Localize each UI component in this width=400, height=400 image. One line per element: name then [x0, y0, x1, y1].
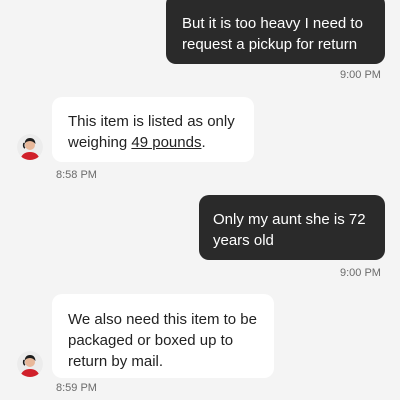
user-message: But it is too heavy I need to request a …	[166, 0, 385, 64]
user-message: Only my aunt she is 72 years old	[199, 195, 385, 260]
weight-link[interactable]: 49 pounds	[131, 134, 201, 151]
message-text: Only my aunt she is 72 years old	[213, 211, 366, 249]
message-timestamp: 8:58 PM	[56, 169, 97, 181]
message-timestamp: 8:59 PM	[56, 382, 97, 394]
message-text: We also need this item to be packaged or…	[68, 311, 257, 370]
message-text-after: .	[201, 134, 206, 151]
agent-avatar-icon	[17, 134, 43, 160]
message-text: But it is too heavy I need to request a …	[182, 15, 363, 53]
message-timestamp: 9:00 PM	[340, 69, 381, 81]
agent-message: This item is listed as only weighing 49 …	[52, 97, 254, 162]
agent-message: We also need this item to be packaged or…	[52, 294, 274, 378]
message-timestamp: 9:00 PM	[340, 267, 381, 279]
agent-avatar-icon	[17, 351, 43, 377]
